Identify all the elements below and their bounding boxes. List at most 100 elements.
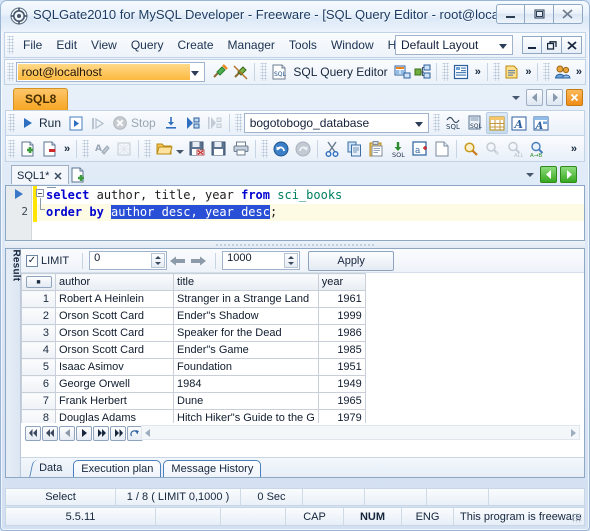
open-file-icon[interactable]: [153, 138, 175, 160]
minimize-button[interactable]: [496, 4, 525, 24]
tab-prev-button[interactable]: [526, 89, 543, 106]
explain-plan-icon[interactable]: [182, 112, 204, 134]
editor-prev-button[interactable]: [540, 166, 557, 183]
grid-first-button[interactable]: [25, 425, 41, 441]
cell-title[interactable]: 1984: [173, 375, 319, 393]
mdi-minimize-button[interactable]: [522, 36, 542, 54]
cell-year[interactable]: 1986: [317, 324, 366, 342]
cell-row-number[interactable]: 3: [21, 324, 56, 342]
sql-toolbar-gripper[interactable]: [8, 114, 15, 132]
paste-sql-icon[interactable]: SQL: [387, 138, 409, 160]
table-row[interactable]: 2 Orson Scott Card Ender"s Shadow 1999: [21, 307, 366, 325]
table-row[interactable]: 1 Robert A Heinlein Stranger in a Strange …: [21, 290, 366, 308]
tab-close-button[interactable]: [566, 89, 583, 106]
undo-group-gripper[interactable]: [261, 139, 269, 158]
scroll-right-arrow-icon[interactable]: [571, 429, 576, 437]
text-view-icon[interactable]: A: [508, 112, 530, 134]
cell-year[interactable]: 1949: [317, 375, 366, 393]
prev-page-arrow-icon[interactable]: [169, 254, 186, 268]
menu-item-edit[interactable]: Edit: [49, 35, 84, 55]
save-icon[interactable]: [208, 138, 230, 160]
cell-row-number[interactable]: 7: [21, 392, 56, 410]
menu-item-window[interactable]: Window: [324, 35, 381, 55]
user-manager-icon[interactable]: [552, 61, 573, 83]
menu-item-query[interactable]: Query: [124, 35, 171, 55]
rows-spinner[interactable]: 1000: [222, 251, 301, 270]
menu-gripper[interactable]: [7, 36, 14, 54]
grid-view-icon[interactable]: [485, 112, 508, 134]
connection-combo[interactable]: root@localhost: [15, 62, 206, 82]
tab-execution-plan[interactable]: Execution plan: [73, 460, 162, 477]
grid-horizontal-scrollbar[interactable]: [141, 425, 580, 440]
cell-title[interactable]: Dune: [173, 392, 319, 410]
users-group-gripper[interactable]: [543, 63, 551, 81]
menu-item-view[interactable]: View: [84, 35, 124, 55]
new-document-icon[interactable]: [431, 138, 453, 160]
tab-list-chevron-icon[interactable]: [512, 95, 520, 100]
menu-item-tools[interactable]: Tools: [282, 35, 324, 55]
copy-icon[interactable]: [343, 138, 365, 160]
cell-row-number[interactable]: 5: [21, 358, 56, 376]
sql-code-editor[interactable]: 2 select author, title, year from sci_bo…: [5, 185, 585, 241]
database-combo[interactable]: bogotobogo_database: [243, 113, 429, 133]
menu-item-create[interactable]: Create: [171, 35, 221, 55]
cell-year[interactable]: 1951: [317, 358, 366, 376]
report-group-gripper[interactable]: [492, 63, 500, 81]
insert-snippet-icon[interactable]: a: [409, 138, 431, 160]
execute-to-cursor-icon[interactable]: [160, 112, 182, 134]
cut-icon[interactable]: [321, 138, 343, 160]
find-icon[interactable]: [460, 138, 482, 160]
sql-query-editor-icon[interactable]: SQL: [269, 61, 290, 83]
window-resize-grip[interactable]: [572, 513, 582, 523]
cell-author[interactable]: Orson Scott Card: [55, 307, 174, 325]
tab-next-button[interactable]: [546, 89, 563, 106]
cell-row-number[interactable]: 4: [21, 341, 56, 359]
tab-data[interactable]: Data: [29, 460, 74, 477]
cell-author[interactable]: Frank Herbert: [55, 392, 174, 410]
grid-corner-button[interactable]: ■: [25, 276, 52, 288]
grid-corner-header[interactable]: ■: [21, 273, 56, 291]
open-file-chevron-icon[interactable]: [176, 149, 185, 154]
editor-tab-sql1[interactable]: SQL1* ✕: [11, 165, 69, 184]
close-query-icon[interactable]: [39, 138, 61, 160]
cell-year[interactable]: 1965: [317, 392, 366, 410]
edit-group-overflow[interactable]: »: [568, 143, 580, 155]
sql-history-icon[interactable]: SQL: [464, 112, 486, 134]
cell-author[interactable]: George Orwell: [55, 375, 174, 393]
format-sql-icon[interactable]: SQL: [442, 112, 464, 134]
editor-tab-list-chevron-icon[interactable]: [526, 172, 534, 177]
grid-next-button[interactable]: [76, 425, 92, 441]
cell-title[interactable]: Foundation: [173, 358, 319, 376]
next-page-arrow-icon[interactable]: [190, 254, 207, 268]
maximize-button[interactable]: [525, 4, 554, 24]
grid-next-page-button[interactable]: [93, 425, 109, 441]
open-save-gripper[interactable]: [144, 139, 152, 158]
editor-result-splitter[interactable]: [5, 241, 585, 248]
new-editor-tab-icon[interactable]: [71, 167, 86, 183]
table-row[interactable]: 4 Orson Scott Card Ender"s Game 1985: [21, 341, 366, 359]
undo-icon[interactable]: [270, 138, 292, 160]
paste-icon[interactable]: [365, 138, 387, 160]
menu-item-manager[interactable]: Manager: [221, 35, 282, 55]
grid-prev-page-button[interactable]: [42, 425, 58, 441]
document-tab-sql8[interactable]: SQL8: [13, 88, 69, 110]
grid-last-button[interactable]: [110, 425, 126, 441]
column-header-author[interactable]: author: [55, 273, 174, 291]
new-query-icon[interactable]: [17, 138, 39, 160]
run-icon[interactable]: [17, 112, 39, 134]
cell-author[interactable]: Robert A Heinlein: [55, 290, 174, 308]
connection-toolbar-gripper[interactable]: [7, 63, 14, 81]
cell-author[interactable]: Orson Scott Card: [55, 324, 174, 342]
object-editor-icon[interactable]: [392, 61, 413, 83]
save-as-icon[interactable]: [186, 138, 208, 160]
execute-statement-marker-icon[interactable]: [15, 189, 23, 199]
limit-checkbox[interactable]: ✓: [26, 254, 38, 267]
file-group-overflow[interactable]: »: [61, 143, 73, 155]
menu-item-file[interactable]: File: [16, 35, 49, 55]
find-replace-icon[interactable]: A→B: [526, 138, 548, 160]
cell-title[interactable]: Stranger in a Strange Land: [173, 290, 319, 308]
result-vertical-tab[interactable]: Result: [6, 249, 22, 477]
scroll-left-arrow-icon[interactable]: [145, 429, 150, 437]
disconnect-icon[interactable]: [230, 61, 251, 83]
apply-button[interactable]: Apply: [308, 250, 395, 271]
